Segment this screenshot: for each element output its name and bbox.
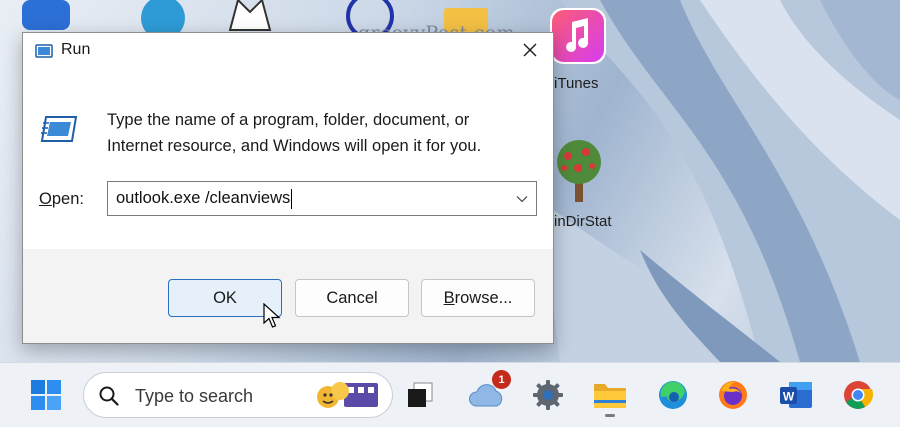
search-icon bbox=[99, 386, 119, 406]
start-icon bbox=[31, 380, 61, 410]
description-line-2: Internet resource, and Windows will open… bbox=[107, 137, 482, 155]
firefox-icon bbox=[719, 381, 747, 409]
file-explorer-icon bbox=[594, 384, 626, 408]
task-view-icon bbox=[408, 382, 433, 407]
settings-icon bbox=[533, 380, 563, 410]
widgets-button[interactable]: 1 bbox=[464, 370, 511, 417]
browse-button[interactable]: Browse... bbox=[421, 279, 535, 317]
mouse-pointer-icon bbox=[263, 303, 281, 328]
itunes-icon bbox=[550, 8, 606, 64]
taskbar: Type to search 1 W bbox=[0, 362, 900, 427]
open-label-text: pen: bbox=[51, 190, 84, 208]
open-combobox[interactable] bbox=[107, 181, 537, 216]
cancel-button[interactable]: Cancel bbox=[295, 279, 409, 317]
dialog-title: Run bbox=[61, 41, 91, 58]
taskbar-search-box[interactable]: Type to search bbox=[83, 372, 393, 418]
browse-label: rowse... bbox=[454, 288, 513, 307]
desktop-icon-label: inDirStat bbox=[554, 213, 612, 230]
itunes-desktop-icon[interactable]: iTunes bbox=[548, 6, 610, 98]
chevron-down-icon bbox=[516, 195, 528, 202]
chrome-icon bbox=[844, 381, 874, 409]
title-bar[interactable]: Run bbox=[23, 33, 553, 67]
running-indicator bbox=[605, 414, 615, 417]
windirstat-desktop-icon[interactable]: inDirStat bbox=[548, 138, 628, 234]
desktop-icon-label: iTunes bbox=[554, 75, 599, 92]
task-view-button[interactable] bbox=[398, 373, 442, 417]
svg-text:W: W bbox=[783, 390, 795, 404]
settings-button[interactable] bbox=[526, 373, 570, 417]
description-line-1: Type the name of a program, folder, docu… bbox=[107, 111, 470, 129]
open-label-mnemonic: O bbox=[39, 190, 52, 208]
windirstat-icon bbox=[557, 140, 601, 202]
run-large-icon bbox=[40, 111, 80, 152]
close-icon bbox=[523, 43, 537, 57]
combo-dropdown-button[interactable] bbox=[508, 182, 536, 215]
word-icon: W bbox=[780, 382, 812, 408]
open-label: Open: bbox=[39, 190, 84, 209]
start-button[interactable] bbox=[24, 373, 68, 417]
search-placeholder: Type to search bbox=[135, 386, 254, 406]
file-explorer-button[interactable] bbox=[588, 373, 632, 417]
edge-icon bbox=[659, 381, 687, 409]
notification-badge: 1 bbox=[492, 370, 511, 389]
open-input[interactable] bbox=[108, 182, 508, 215]
run-icon bbox=[35, 43, 53, 64]
search-highlight-icon bbox=[317, 382, 378, 408]
word-button[interactable]: W bbox=[774, 373, 818, 417]
firefox-button[interactable] bbox=[711, 373, 755, 417]
text-caret bbox=[291, 189, 292, 209]
edge-button[interactable] bbox=[651, 373, 695, 417]
browse-mnemonic: B bbox=[443, 288, 455, 307]
chrome-button[interactable] bbox=[836, 373, 880, 417]
close-button[interactable] bbox=[507, 33, 553, 67]
run-dialog: Run Type the name of a program, folder, … bbox=[22, 32, 554, 344]
dialog-description: Type the name of a program, folder, docu… bbox=[107, 107, 537, 159]
